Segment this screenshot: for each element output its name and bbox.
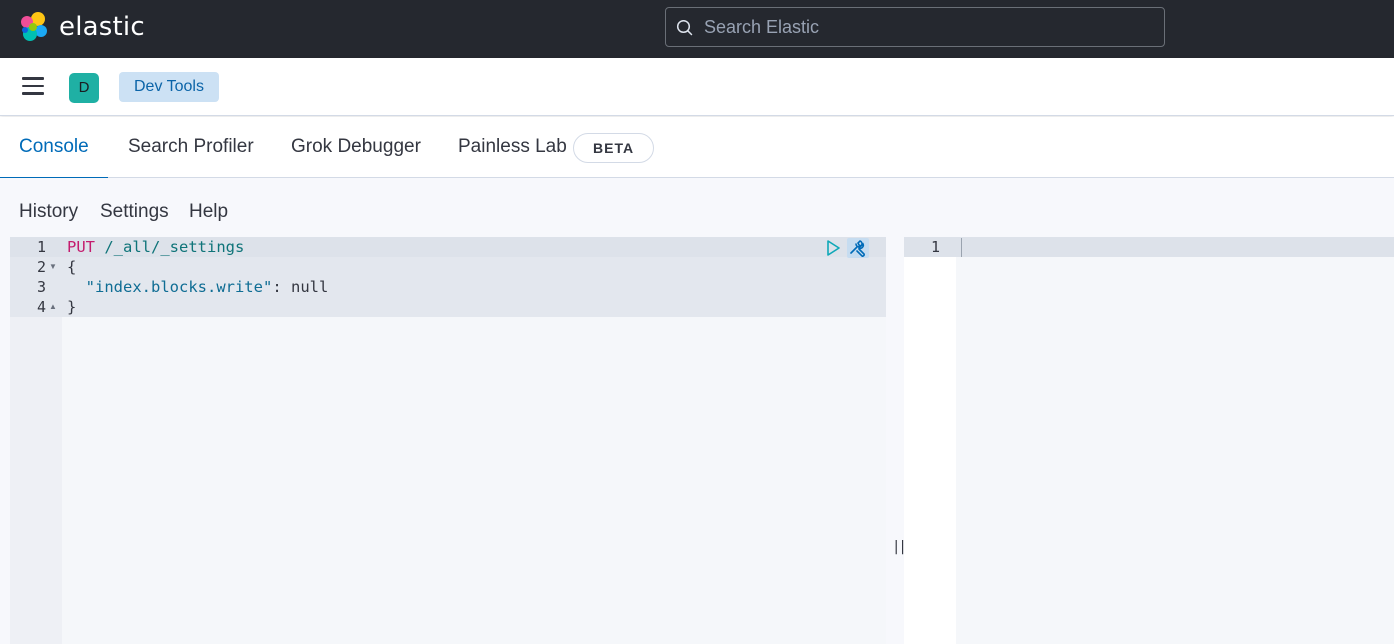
line-number: 1	[36, 238, 46, 256]
line-number: 2	[36, 258, 46, 276]
json-key: "index.blocks.write"	[85, 278, 273, 296]
http-method: PUT	[67, 238, 95, 256]
logo-text: elastic	[59, 12, 145, 42]
beta-badge: BETA	[573, 133, 655, 163]
line-number: 4	[36, 298, 46, 316]
sub-header: D Dev Tools	[0, 58, 1394, 116]
code-line-1: PUT /_all/_settings	[67, 237, 244, 257]
panel-resizer[interactable]: ||	[886, 237, 907, 644]
line-number: 3	[36, 278, 46, 296]
tab-console[interactable]: Console	[0, 117, 108, 179]
output-gutter	[904, 237, 956, 644]
hamburger-icon-bar	[22, 92, 44, 95]
wrench-icon[interactable]	[847, 238, 869, 258]
code-area[interactable]: PUT /_all/_settings { "index.blocks.writ…	[62, 237, 886, 644]
menu-toggle-button[interactable]	[22, 77, 46, 97]
tab-grok-debugger[interactable]: Grok Debugger	[291, 117, 421, 178]
json-value: null	[290, 278, 329, 296]
tab-search-profiler[interactable]: Search Profiler	[128, 117, 254, 178]
output-active-line	[904, 237, 1394, 257]
code-line-4: }	[67, 298, 77, 316]
output-line-number: 1	[930, 238, 940, 256]
fold-toggle-icon[interactable]: ▼	[49, 257, 57, 277]
text-cursor	[961, 238, 962, 257]
drag-handle-icon[interactable]: ||	[892, 539, 907, 555]
hamburger-icon-bar	[22, 84, 44, 87]
tab-painless-lab[interactable]: Painless Lab	[458, 117, 567, 178]
play-icon[interactable]	[823, 238, 843, 258]
help-link[interactable]: Help	[189, 201, 228, 223]
request-editor[interactable]: 1 2 ▼ 3 4 ▲ PUT /_all/_settings { "index…	[10, 237, 886, 644]
console-panel: History Settings Help 1 2 ▼ 3 4 ▲ PUT /_…	[0, 178, 1394, 644]
global-search[interactable]	[665, 7, 1165, 47]
top-header: elastic	[0, 0, 1394, 58]
settings-link[interactable]: Settings	[100, 201, 169, 223]
breadcrumb[interactable]: Dev Tools	[119, 72, 219, 102]
history-link[interactable]: History	[19, 201, 78, 223]
hamburger-icon-bar	[22, 77, 44, 80]
search-icon	[676, 19, 693, 36]
request-actions	[823, 238, 869, 258]
response-panel[interactable]: 1	[904, 237, 1394, 644]
elastic-logo-icon	[21, 12, 47, 41]
elastic-logo[interactable]: elastic	[18, 11, 145, 43]
json-colon: :	[272, 278, 291, 296]
code-line-2: {	[67, 258, 77, 276]
editor-gutter: 1 2 ▼ 3 4 ▲	[10, 237, 62, 644]
request-path: /_all/_settings	[104, 238, 245, 256]
dev-tools-tabs: Console Search Profiler Grok Debugger Pa…	[0, 117, 1394, 179]
space-avatar[interactable]: D	[69, 73, 99, 103]
search-input[interactable]	[704, 8, 1154, 46]
fold-toggle-icon[interactable]: ▲	[49, 297, 57, 317]
code-line-3: "index.blocks.write": null	[67, 277, 329, 297]
